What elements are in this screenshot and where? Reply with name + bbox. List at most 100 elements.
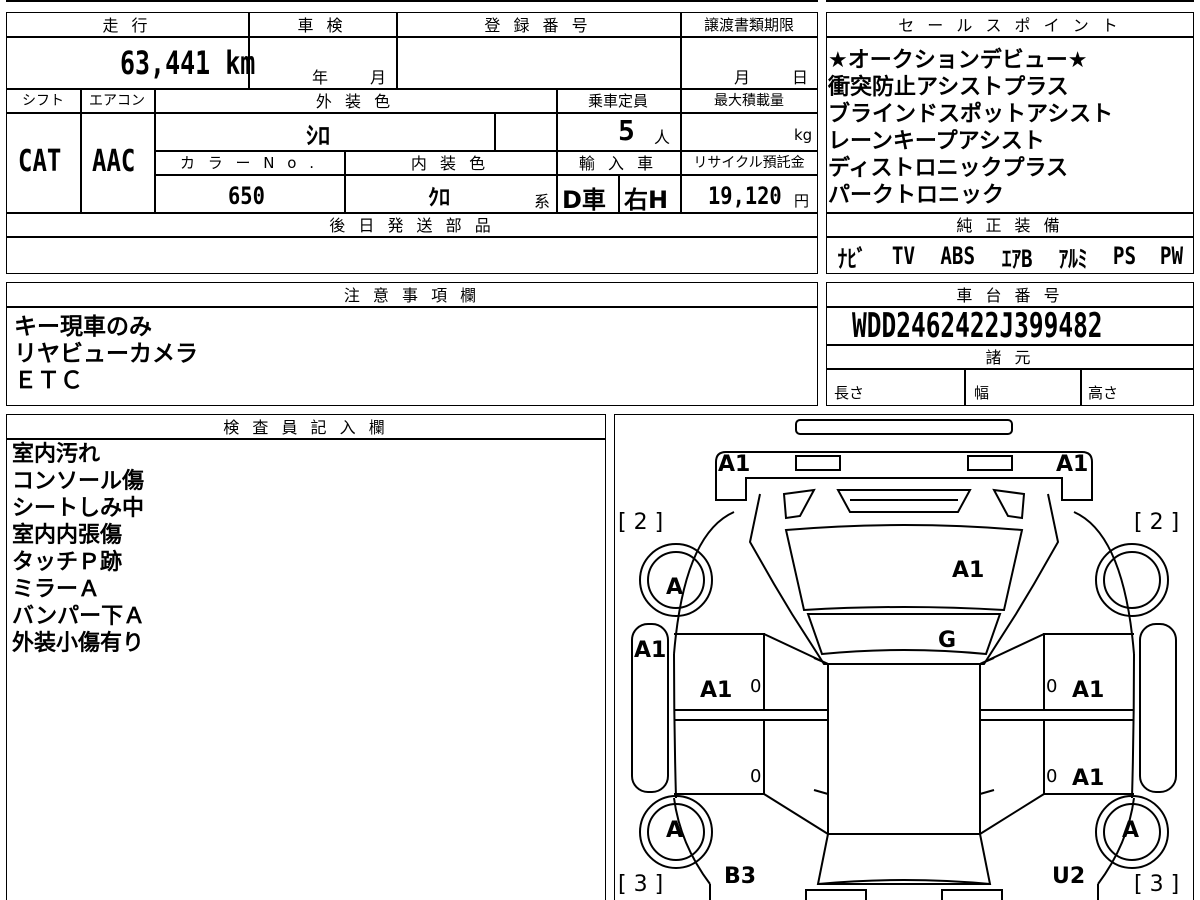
length-label: 長さ (834, 384, 865, 402)
genuine-equipment-header: 純 正 装 備 (956, 216, 1064, 235)
col-divider (964, 368, 966, 406)
sales-point-item: ★オークションデビュー★ (828, 48, 1088, 73)
damage-left-fender: A1 (634, 638, 667, 663)
sales-point-item: ブラインドスポットアシスト (828, 102, 1114, 127)
row-divider (6, 112, 818, 114)
capacity-value: 5 (618, 114, 635, 147)
shaken-month-unit: 月 (370, 68, 387, 87)
tire-rear-left-grade: A (666, 818, 684, 843)
row-divider (6, 438, 606, 440)
inspector-note-item: 外装小傷有り (12, 631, 145, 656)
exterior-color-header: 外 装 色 (315, 92, 395, 111)
col-divider (618, 174, 620, 212)
exterior-color-value: ｼﾛ (306, 122, 330, 150)
registration-header: 登 録 番 号 (484, 16, 592, 35)
front-left-door-sub: 0 (750, 676, 762, 697)
car-outline-diagram (631, 419, 1177, 900)
front-right-door-sub: 0 (1046, 676, 1058, 697)
transfer-deadline-header: 譲渡書類期限 (703, 15, 794, 34)
transfer-month-unit: 月 (734, 68, 751, 87)
damage-hood: A1 (952, 558, 985, 583)
damage-front-left-door: A1 (700, 678, 733, 703)
genuine-equipment-list: ﾅﾋﾞ TV ABS ｴｱB ｱﾙﾐ PS PW (834, 240, 1186, 273)
tire-front-left-tread: [ 2 ] (618, 510, 664, 535)
damage-front-left: A1 (718, 452, 751, 477)
max-load-header: 最大積載量 (714, 93, 784, 109)
sales-points-header: セ ー ル ス ポ イ ン ト (898, 16, 1122, 35)
top-strip-border (6, 0, 818, 2)
tire-rear-right-grade: A (1122, 818, 1140, 843)
col-divider (1080, 368, 1082, 406)
notes-list: キー現車のみ リヤビューカメラ ＥＴＣ (14, 313, 198, 394)
specs-header: 諸 元 (985, 348, 1035, 367)
sales-point-item: パークトロニック (828, 183, 1005, 208)
capacity-unit: 人 (654, 128, 671, 147)
interior-color-header: 内 装 色 (410, 154, 490, 173)
inspector-note-item: バンパー下Ａ (12, 604, 146, 629)
row-divider (6, 306, 818, 308)
rear-left-door-sub: 0 (750, 766, 762, 787)
note-item: リヤビューカメラ (14, 341, 198, 367)
tire-rear-left-tread: [ 3 ] (618, 872, 664, 897)
damage-front-right: A1 (1056, 452, 1089, 477)
sales-point-item: レーンキープアシスト (828, 129, 1045, 154)
max-load-unit: kg (794, 126, 813, 144)
damage-front-right-door: A1 (1072, 678, 1105, 703)
notes-header: 注 意 事 項 欄 (343, 286, 481, 305)
rear-right-door-sub: 0 (1046, 766, 1058, 787)
row-divider (826, 368, 1194, 370)
row-divider (826, 36, 1194, 38)
mileage-header: 走 行 (102, 16, 152, 35)
shift-header: シフト (22, 93, 64, 109)
inspector-header: 検 査 員 記 入 欄 (223, 418, 389, 437)
damage-windshield: G (938, 628, 957, 653)
chassis-number: WDD2462422J399482 (852, 306, 1103, 346)
row-divider (826, 236, 1194, 238)
tire-front-right-tread: [ 2 ] (1134, 510, 1180, 535)
interior-color-suffix: 系 (534, 192, 551, 211)
inspector-note-item: タッチＰ跡 (12, 550, 123, 575)
later-parts-header: 後 日 発 送 部 品 (329, 216, 495, 235)
row-divider (6, 36, 818, 38)
shaken-year-unit: 年 (312, 68, 329, 87)
capacity-header: 乗車定員 (587, 91, 648, 110)
inspector-note-item: 室内汚れ (12, 442, 101, 467)
note-item: キー現車のみ (14, 314, 152, 340)
inspector-note-item: シートしみ中 (12, 496, 145, 521)
height-label: 高さ (1088, 384, 1119, 402)
chassis-header: 車 台 番 号 (956, 286, 1064, 305)
equipment-item: ﾅﾋﾞ (837, 244, 867, 273)
shift-value: CAT (18, 144, 62, 179)
inspector-note-item: ミラーＡ (12, 577, 101, 602)
mileage-value: 63,441 km (120, 44, 256, 82)
width-label: 幅 (974, 384, 990, 402)
sales-points-list: ★オークションデビュー★ 衝突防止アシストプラス ブラインドスポットアシスト レーンキ… (828, 47, 1113, 209)
shaken-header: 車 検 (297, 16, 347, 35)
inspector-note-item: 室内内張傷 (12, 523, 123, 548)
sales-point-item: 衝突防止アシストプラス (828, 75, 1069, 100)
sales-point-item: ディストロニックプラス (828, 156, 1069, 181)
import-value-1: D車 (562, 186, 606, 214)
equipment-item: ｴｱB (1001, 244, 1033, 273)
recycle-unit: 円 (794, 192, 810, 210)
equipment-item: ｱﾙﾐ (1058, 244, 1088, 273)
tire-front-left-grade: A (666, 575, 684, 600)
equipment-item: ABS (940, 242, 976, 270)
row-divider (6, 236, 818, 238)
inspector-notes-list: 室内汚れ コンソール傷 シートしみ中 室内内張傷 タッチＰ跡 ミラーＡ バンパー下Ａ 外装小傷… (12, 441, 145, 657)
damage-rear-right-door: A1 (1072, 766, 1105, 791)
color-no-header: カ ラ ー N o . (179, 153, 318, 172)
equipment-item: TV (891, 242, 915, 270)
equipment-item: PW (1159, 242, 1184, 270)
damage-rear-left: B3 (724, 864, 757, 889)
transfer-day-unit: 日 (792, 68, 809, 87)
inspector-note-item: コンソール傷 (12, 469, 145, 494)
col-divider (494, 112, 496, 150)
recycle-header: リサイクル預託金 (693, 155, 805, 171)
damage-rear-right: U2 (1052, 864, 1086, 889)
recycle-value: 19,120 (708, 182, 782, 210)
aircon-value: AAC (92, 144, 136, 179)
equipment-item: PS (1112, 242, 1136, 270)
note-item: ＥＴＣ (14, 368, 83, 394)
interior-color-value: ｸﾛ (428, 186, 451, 211)
